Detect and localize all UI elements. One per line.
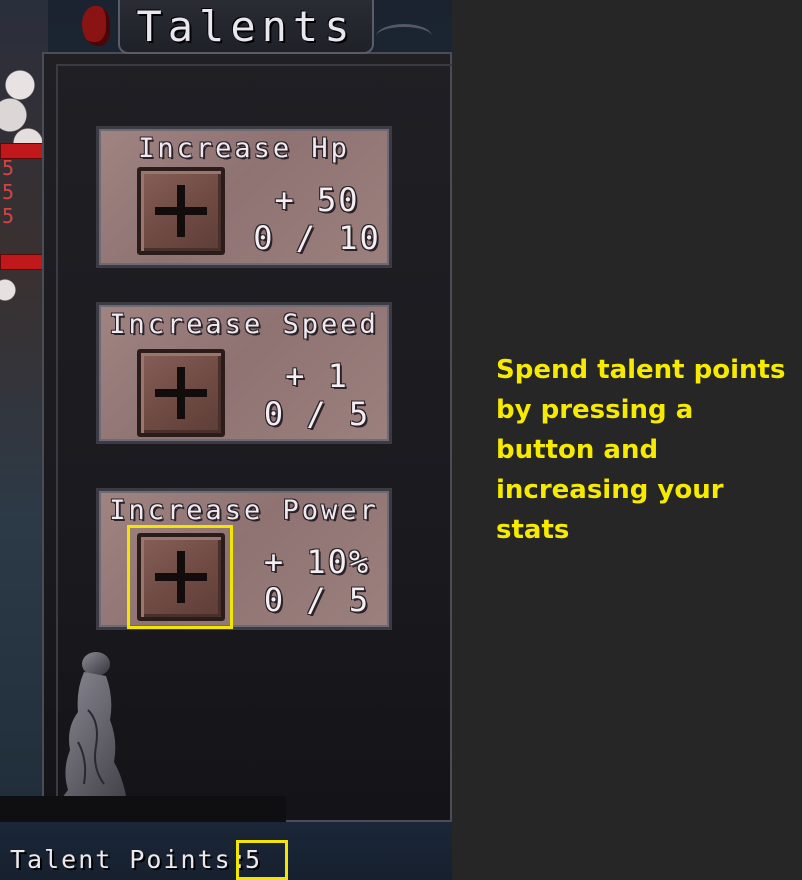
- talent-progress: 0 / 5: [263, 581, 371, 619]
- ornament-icon: [376, 24, 432, 49]
- increase-power-button[interactable]: [137, 533, 225, 621]
- talent-points-label: Talent Points:: [10, 845, 249, 874]
- damage-number: 5: [2, 180, 15, 204]
- talent-card-speed: Increase Speed + 1 0 / 5: [96, 302, 392, 444]
- tutorial-text: Spend talent points by pressing a button…: [496, 355, 786, 545]
- talent-name: Increase Power: [109, 495, 379, 526]
- smoke-cloud: [0, 270, 18, 310]
- page-title: Talents: [136, 2, 356, 51]
- bottom-bar: [0, 796, 286, 822]
- talent-name: Increase Hp: [138, 133, 350, 164]
- talent-points-value: 5: [236, 840, 288, 880]
- talent-bonus: + 1: [285, 357, 349, 395]
- increase-hp-button[interactable]: [137, 167, 225, 255]
- game-viewport: 5 5 5 Talents Increase Hp + 50 0 / 10 In…: [0, 0, 452, 880]
- talent-name: Increase Speed: [109, 309, 379, 340]
- talent-progress: 0 / 10: [253, 219, 381, 257]
- talent-card-hp: Increase Hp + 50 0 / 10: [96, 126, 392, 268]
- increase-speed-button[interactable]: [137, 349, 225, 437]
- enemy-health-bar: [0, 254, 44, 270]
- plus-icon: [155, 551, 207, 603]
- talent-bonus: + 10%: [263, 543, 371, 581]
- plus-icon: [155, 367, 207, 419]
- talent-card-power: Increase Power + 10% 0 / 5: [96, 488, 392, 630]
- talent-bonus: + 50: [274, 181, 360, 219]
- damage-number: 5: [2, 156, 15, 180]
- ornament-icon: [82, 6, 110, 46]
- plus-icon: [155, 185, 207, 237]
- damage-number: 5: [2, 204, 15, 228]
- title-tab: Talents: [118, 0, 374, 54]
- statue-icon: [56, 652, 146, 816]
- talent-progress: 0 / 5: [263, 395, 371, 433]
